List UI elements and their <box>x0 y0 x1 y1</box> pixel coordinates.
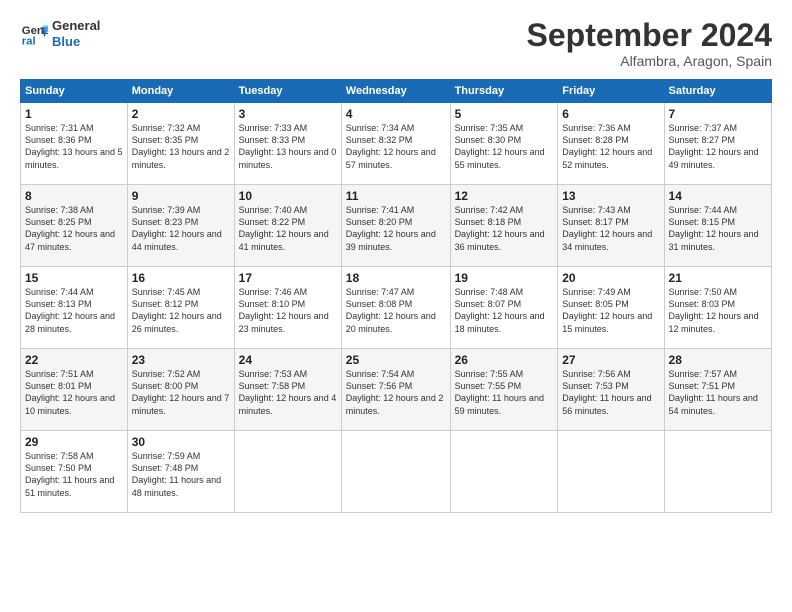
th-monday: Monday <box>127 80 234 103</box>
table-row: 18Sunrise: 7:47 AMSunset: 8:08 PMDayligh… <box>341 267 450 349</box>
table-row: 16Sunrise: 7:45 AMSunset: 8:12 PMDayligh… <box>127 267 234 349</box>
table-row: 27Sunrise: 7:56 AMSunset: 7:53 PMDayligh… <box>558 349 664 431</box>
table-row: 2Sunrise: 7:32 AMSunset: 8:35 PMDaylight… <box>127 103 234 185</box>
logo-text-line2: Blue <box>52 34 100 50</box>
logo-icon: Gene- ral <box>20 20 48 48</box>
table-row: 21Sunrise: 7:50 AMSunset: 8:03 PMDayligh… <box>664 267 771 349</box>
table-row: 14Sunrise: 7:44 AMSunset: 8:15 PMDayligh… <box>664 185 771 267</box>
table-row: 10Sunrise: 7:40 AMSunset: 8:22 PMDayligh… <box>234 185 341 267</box>
table-row: 28Sunrise: 7:57 AMSunset: 7:51 PMDayligh… <box>664 349 771 431</box>
table-row: 3Sunrise: 7:33 AMSunset: 8:33 PMDaylight… <box>234 103 341 185</box>
logo: Gene- ral General Blue <box>20 18 100 49</box>
logo-text-line1: General <box>52 18 100 34</box>
table-row: 9Sunrise: 7:39 AMSunset: 8:23 PMDaylight… <box>127 185 234 267</box>
table-row: 20Sunrise: 7:49 AMSunset: 8:05 PMDayligh… <box>558 267 664 349</box>
calendar-page: Gene- ral General Blue September 2024 Al… <box>0 0 792 612</box>
table-row: 7Sunrise: 7:37 AMSunset: 8:27 PMDaylight… <box>664 103 771 185</box>
table-row: 30Sunrise: 7:59 AMSunset: 7:48 PMDayligh… <box>127 431 234 513</box>
th-wednesday: Wednesday <box>341 80 450 103</box>
title-block: September 2024 Alfambra, Aragon, Spain <box>527 18 772 69</box>
th-saturday: Saturday <box>664 80 771 103</box>
table-row: 23Sunrise: 7:52 AMSunset: 8:00 PMDayligh… <box>127 349 234 431</box>
svg-text:ral: ral <box>22 35 36 47</box>
table-row: 17Sunrise: 7:46 AMSunset: 8:10 PMDayligh… <box>234 267 341 349</box>
table-row: 4Sunrise: 7:34 AMSunset: 8:32 PMDaylight… <box>341 103 450 185</box>
table-row: 11Sunrise: 7:41 AMSunset: 8:20 PMDayligh… <box>341 185 450 267</box>
th-sunday: Sunday <box>21 80 128 103</box>
table-row: 22Sunrise: 7:51 AMSunset: 8:01 PMDayligh… <box>21 349 128 431</box>
th-tuesday: Tuesday <box>234 80 341 103</box>
table-row: 26Sunrise: 7:55 AMSunset: 7:55 PMDayligh… <box>450 349 558 431</box>
table-row <box>234 431 341 513</box>
table-row: 1Sunrise: 7:31 AMSunset: 8:36 PMDaylight… <box>21 103 128 185</box>
table-row: 19Sunrise: 7:48 AMSunset: 8:07 PMDayligh… <box>450 267 558 349</box>
th-thursday: Thursday <box>450 80 558 103</box>
table-row: 5Sunrise: 7:35 AMSunset: 8:30 PMDaylight… <box>450 103 558 185</box>
table-row <box>664 431 771 513</box>
table-row <box>450 431 558 513</box>
table-row: 24Sunrise: 7:53 AMSunset: 7:58 PMDayligh… <box>234 349 341 431</box>
table-row: 8Sunrise: 7:38 AMSunset: 8:25 PMDaylight… <box>21 185 128 267</box>
month-title: September 2024 <box>527 18 772 53</box>
header: Gene- ral General Blue September 2024 Al… <box>20 18 772 69</box>
table-row: 13Sunrise: 7:43 AMSunset: 8:17 PMDayligh… <box>558 185 664 267</box>
table-row: 15Sunrise: 7:44 AMSunset: 8:13 PMDayligh… <box>21 267 128 349</box>
table-row: 12Sunrise: 7:42 AMSunset: 8:18 PMDayligh… <box>450 185 558 267</box>
th-friday: Friday <box>558 80 664 103</box>
table-row: 25Sunrise: 7:54 AMSunset: 7:56 PMDayligh… <box>341 349 450 431</box>
header-row: Sunday Monday Tuesday Wednesday Thursday… <box>21 80 772 103</box>
table-row <box>341 431 450 513</box>
table-row: 6Sunrise: 7:36 AMSunset: 8:28 PMDaylight… <box>558 103 664 185</box>
location: Alfambra, Aragon, Spain <box>527 53 772 69</box>
calendar-table: Sunday Monday Tuesday Wednesday Thursday… <box>20 79 772 513</box>
table-row <box>558 431 664 513</box>
table-row: 29Sunrise: 7:58 AMSunset: 7:50 PMDayligh… <box>21 431 128 513</box>
